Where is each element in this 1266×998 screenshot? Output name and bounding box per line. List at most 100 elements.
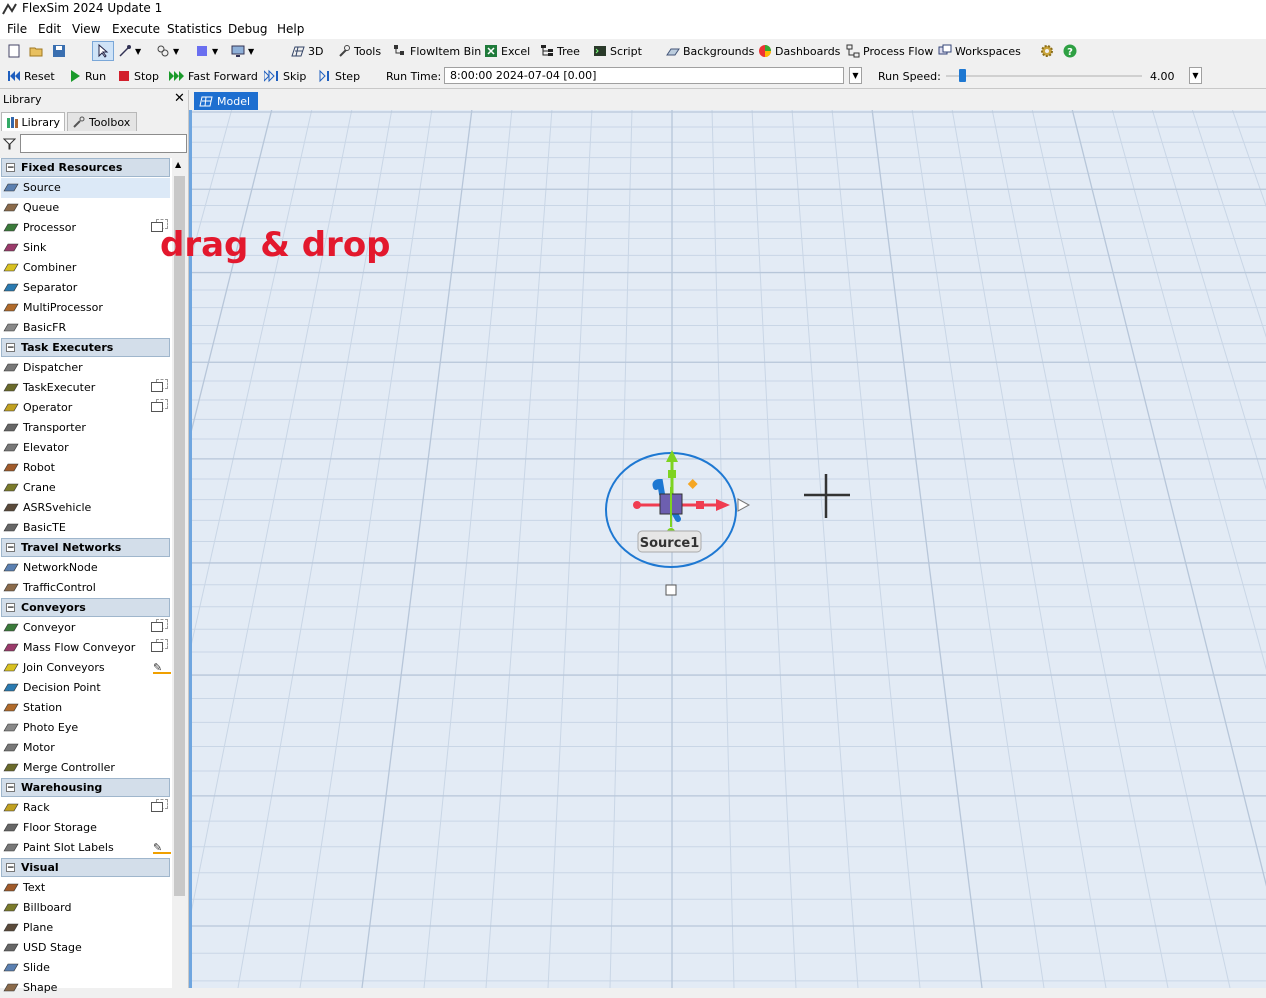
library-item[interactable]: Operator <box>1 398 170 418</box>
view-options-button[interactable]: ▼ <box>231 42 254 60</box>
library-item[interactable]: Transporter <box>1 418 170 438</box>
library-section-header[interactable]: − Travel Networks <box>1 538 170 557</box>
select-mode-button[interactable] <box>92 41 114 61</box>
excel-button[interactable]: Excel <box>484 42 530 60</box>
menu-execute[interactable]: Execute <box>112 22 160 36</box>
library-item[interactable]: TaskExecuter <box>1 378 170 398</box>
library-item[interactable]: Merge Controller <box>1 758 170 778</box>
reset-button[interactable]: Reset <box>7 67 55 85</box>
open-button[interactable] <box>29 42 43 60</box>
tab-library[interactable]: Library <box>1 112 65 131</box>
library-item[interactable]: BasicFR <box>1 318 170 338</box>
flowitem-bin-button[interactable]: FlowItem Bin <box>393 42 481 60</box>
workspaces-button[interactable]: Workspaces <box>938 42 1021 60</box>
collapse-icon[interactable]: − <box>6 343 15 353</box>
library-section-header[interactable]: − Warehousing <box>1 778 170 797</box>
library-item[interactable]: Paint Slot Labels ✎ <box>1 838 171 858</box>
scrollbar-thumb[interactable] <box>174 176 185 896</box>
object-options-icon[interactable] <box>151 642 163 652</box>
run-speed-dropdown-button[interactable]: ▼ <box>1189 67 1202 84</box>
shape-color-button[interactable]: ▼ <box>195 42 218 60</box>
library-item[interactable]: Billboard <box>1 898 170 918</box>
3d-button[interactable]: 3D <box>291 42 323 60</box>
menu-debug[interactable]: Debug <box>228 22 267 36</box>
fast-forward-button[interactable]: Fast Forward <box>169 67 258 85</box>
collapse-icon[interactable]: − <box>6 543 15 553</box>
menu-file[interactable]: File <box>7 22 27 36</box>
scroll-up-icon[interactable]: ▲ <box>175 160 181 169</box>
collapse-icon[interactable]: − <box>6 783 15 793</box>
object-options-icon[interactable] <box>151 622 163 632</box>
tab-toolbox[interactable]: Toolbox <box>67 112 137 131</box>
library-item[interactable]: Conveyor <box>1 618 170 638</box>
group-button[interactable]: ▼ <box>156 42 179 60</box>
library-item[interactable]: Slide <box>1 958 170 978</box>
library-filter-input[interactable] <box>20 134 187 153</box>
script-button[interactable]: Script <box>593 42 642 60</box>
library-item[interactable]: Shape <box>1 978 170 998</box>
library-item[interactable]: TrafficControl <box>1 578 170 598</box>
library-section-header[interactable]: − Conveyors <box>1 598 170 617</box>
dashboards-button[interactable]: Dashboards <box>758 42 840 60</box>
run-speed-slider-track[interactable] <box>946 75 1142 77</box>
library-item[interactable]: Rack <box>1 798 170 818</box>
new-model-button[interactable] <box>7 42 21 60</box>
library-item[interactable]: Separator <box>1 278 170 298</box>
library-item[interactable]: ASRSvehicle <box>1 498 170 518</box>
collapse-icon[interactable]: − <box>6 863 15 873</box>
run-speed-slider-thumb[interactable] <box>959 69 966 82</box>
run-button[interactable]: Run <box>68 67 106 85</box>
skip-button[interactable]: Skip <box>264 67 306 85</box>
library-item[interactable]: Floor Storage <box>1 818 170 838</box>
object-options-icon[interactable] <box>151 402 163 412</box>
library-item[interactable]: Join Conveyors ✎ <box>1 658 171 678</box>
tools-button[interactable]: Tools <box>337 42 381 60</box>
library-item[interactable]: Robot <box>1 458 170 478</box>
library-item[interactable]: Queue <box>1 198 170 218</box>
library-item[interactable]: Combiner <box>1 258 170 278</box>
menu-help[interactable]: Help <box>277 22 304 36</box>
library-item[interactable]: Text <box>1 878 170 898</box>
library-item[interactable]: Motor <box>1 738 170 758</box>
library-item[interactable]: NetworkNode <box>1 558 170 578</box>
library-section-header[interactable]: − Visual <box>1 858 170 877</box>
step-button[interactable]: Step <box>318 67 360 85</box>
process-flow-button[interactable]: Process Flow <box>846 42 933 60</box>
collapse-icon[interactable]: − <box>6 163 15 173</box>
library-item[interactable]: Source <box>1 178 170 198</box>
library-item[interactable]: Plane <box>1 918 170 938</box>
close-icon[interactable]: ✕ <box>174 91 185 106</box>
library-item[interactable]: BasicTE <box>1 518 170 538</box>
run-time-field[interactable]: 8:00:00 2024-07-04 [0.00] <box>444 67 844 84</box>
object-options-icon[interactable] <box>151 382 163 392</box>
menu-edit[interactable]: Edit <box>38 22 61 36</box>
library-item[interactable]: USD Stage <box>1 938 170 958</box>
settings-button[interactable] <box>1040 42 1054 60</box>
save-button[interactable] <box>52 42 66 60</box>
library-section-header[interactable]: − Task Executers <box>1 338 170 357</box>
connect-mode-button[interactable]: ▼ <box>118 42 141 60</box>
library-item[interactable]: Decision Point <box>1 678 170 698</box>
collapse-icon[interactable]: − <box>6 603 15 613</box>
source1-object[interactable]: Source1 <box>592 432 792 612</box>
backgrounds-button[interactable]: Backgrounds <box>666 42 754 60</box>
stop-button[interactable]: Stop <box>117 67 159 85</box>
library-item[interactable]: Sink <box>1 238 170 258</box>
help-button[interactable]: ? <box>1063 42 1077 60</box>
library-item[interactable]: Photo Eye <box>1 718 170 738</box>
menu-view[interactable]: View <box>72 22 100 36</box>
tab-model[interactable]: Model <box>194 92 258 110</box>
object-options-icon[interactable] <box>151 802 163 812</box>
library-item[interactable]: Mass Flow Conveyor <box>1 638 170 658</box>
library-item[interactable]: Dispatcher <box>1 358 170 378</box>
library-item[interactable]: Station <box>1 698 170 718</box>
library-item[interactable]: Elevator <box>1 438 170 458</box>
menu-statistics[interactable]: Statistics <box>167 22 222 36</box>
tree-button[interactable]: Tree <box>540 42 580 60</box>
run-time-dropdown-button[interactable]: ▼ <box>849 67 862 84</box>
library-section-header[interactable]: − Fixed Resources <box>1 158 170 177</box>
library-item[interactable]: Processor <box>1 218 170 238</box>
library-item[interactable]: MultiProcessor <box>1 298 170 318</box>
library-item[interactable]: Crane <box>1 478 170 498</box>
library-scrollbar[interactable]: ▲ <box>172 158 187 988</box>
